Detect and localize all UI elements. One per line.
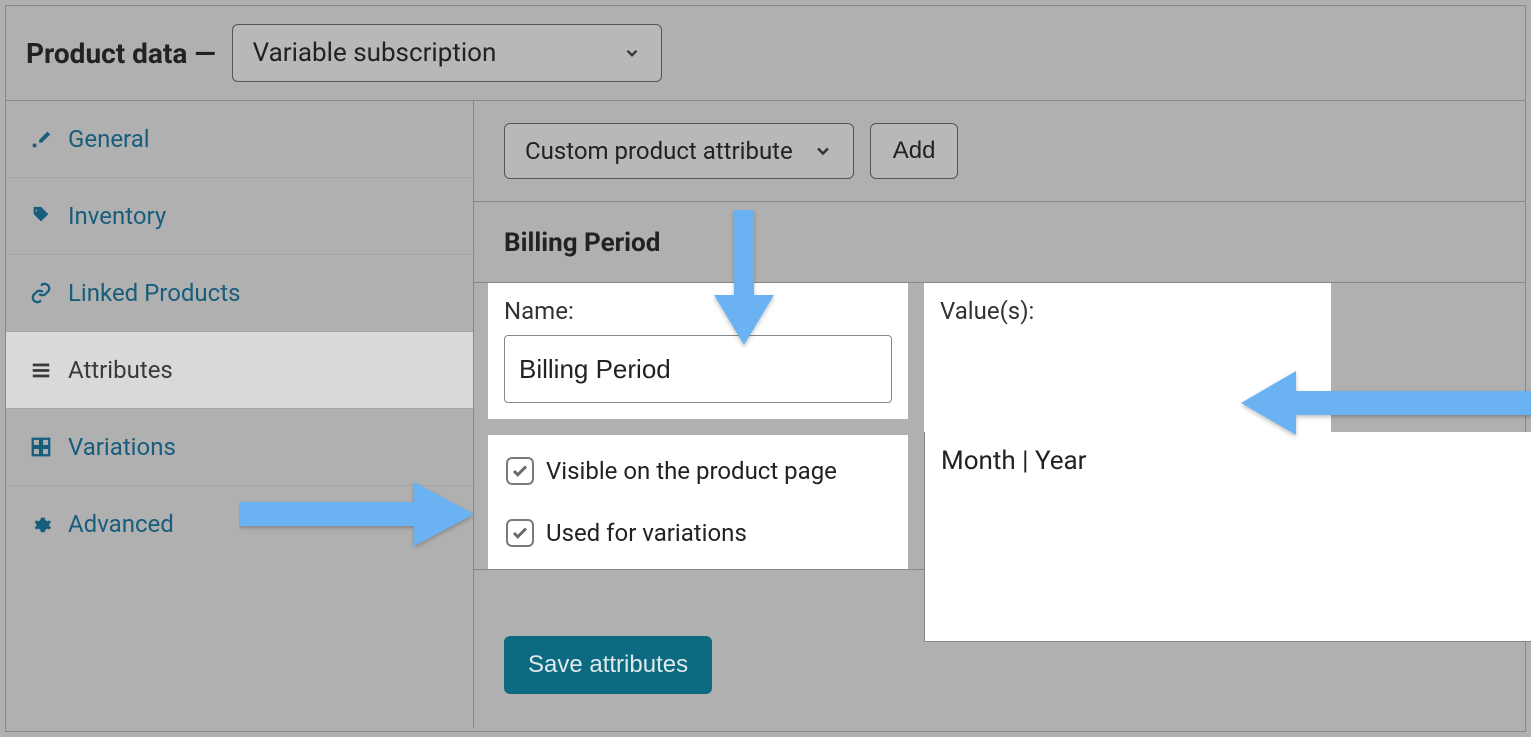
add-attribute-button[interactable]: Add <box>870 123 959 179</box>
sidebar-item-label: Inventory <box>68 202 166 230</box>
chevron-down-icon <box>813 141 833 161</box>
sidebar-item-advanced[interactable]: Advanced <box>6 486 473 562</box>
checkbox-block: Visible on the product page Used for var… <box>488 435 908 569</box>
variations-checkbox-row[interactable]: Used for variations <box>506 519 890 547</box>
attribute-right-column: Value(s): <box>924 283 1525 569</box>
attribute-header[interactable]: Billing Period <box>474 202 1525 283</box>
attribute-top-row: Custom product attribute Add <box>474 101 1525 202</box>
sidebar-item-inventory[interactable]: Inventory <box>6 178 473 255</box>
save-attributes-button[interactable]: Save attributes <box>504 636 712 694</box>
values-block: Value(s): <box>924 283 1331 433</box>
wrench-icon <box>28 126 54 152</box>
sidebar: General Inventory Linked Products Attrib… <box>6 101 474 728</box>
product-type-selected: Variable subscription <box>253 38 497 68</box>
list-icon <box>28 357 54 383</box>
attribute-type-select[interactable]: Custom product attribute <box>504 123 854 179</box>
variations-checkbox[interactable] <box>506 519 534 547</box>
tag-icon <box>28 203 54 229</box>
sidebar-item-label: Variations <box>68 433 176 461</box>
content-area: Custom product attribute Add Billing Per… <box>474 101 1525 728</box>
link-icon <box>28 280 54 306</box>
name-block: Name: <box>488 283 908 419</box>
product-data-panel: Product data — Variable subscription Gen… <box>5 5 1526 732</box>
sidebar-item-general[interactable]: General <box>6 101 473 178</box>
attribute-title: Billing Period <box>504 228 660 258</box>
visible-checkbox-row[interactable]: Visible on the product page <box>506 457 890 485</box>
panel-title: Product data — <box>26 37 216 70</box>
gear-icon <box>28 511 54 537</box>
visible-checkbox[interactable] <box>506 457 534 485</box>
attribute-body: Name: Visible on the product page <box>474 283 1525 570</box>
attribute-values-input[interactable] <box>924 432 1531 642</box>
name-label: Name: <box>504 297 892 325</box>
chevron-down-icon <box>623 44 641 62</box>
sidebar-item-linked[interactable]: Linked Products <box>6 255 473 332</box>
sidebar-item-label: Attributes <box>68 356 173 384</box>
attribute-name-input[interactable] <box>504 335 892 403</box>
visible-checkbox-label: Visible on the product page <box>546 457 837 485</box>
values-label: Value(s): <box>940 297 1315 325</box>
attribute-left-column: Name: Visible on the product page <box>488 283 908 569</box>
grid-icon <box>28 434 54 460</box>
sidebar-item-label: Linked Products <box>68 279 240 307</box>
panel-body: General Inventory Linked Products Attrib… <box>6 101 1525 728</box>
sidebar-item-label: General <box>68 125 150 153</box>
sidebar-item-attributes[interactable]: Attributes <box>6 332 473 409</box>
variations-checkbox-label: Used for variations <box>546 519 747 547</box>
sidebar-item-variations[interactable]: Variations <box>6 409 473 486</box>
sidebar-item-label: Advanced <box>68 510 174 538</box>
product-type-select[interactable]: Variable subscription <box>232 24 662 82</box>
attribute-type-selected: Custom product attribute <box>525 137 793 165</box>
panel-header: Product data — Variable subscription <box>6 6 1525 101</box>
